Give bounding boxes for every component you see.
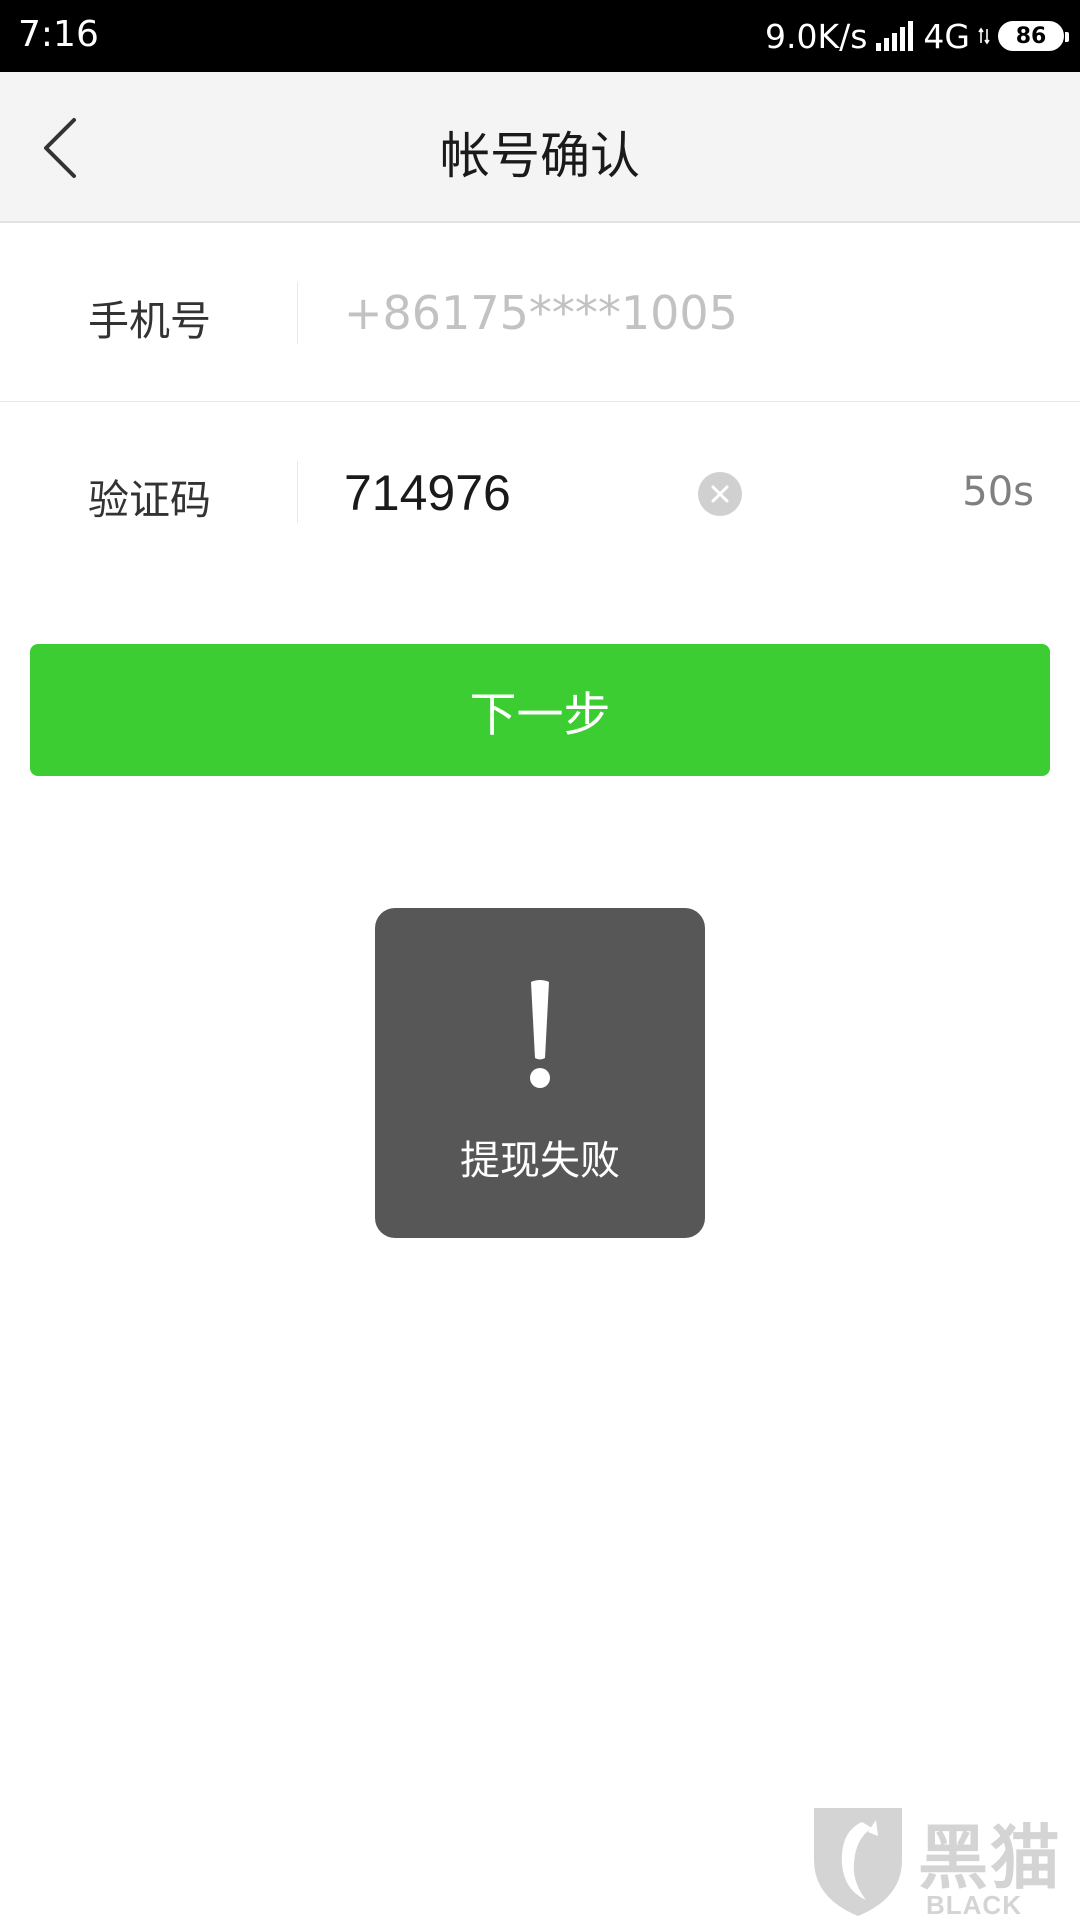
shield-logo-icon bbox=[814, 1808, 902, 1916]
exclamation-icon bbox=[530, 980, 550, 1088]
page-title: 帐号确认 bbox=[440, 127, 640, 185]
clear-code-button[interactable] bbox=[698, 472, 742, 516]
nav-bar: 帐号确认 bbox=[0, 72, 1080, 223]
next-step-button[interactable]: 下一步 bbox=[30, 644, 1050, 776]
error-toast: 提现失败 bbox=[375, 908, 705, 1238]
code-label: 验证码 bbox=[88, 476, 211, 524]
status-bar: 7:16 9.0K/s 4G 86 bbox=[0, 0, 1080, 72]
battery-icon: 86 bbox=[998, 21, 1069, 51]
network-type: 4G bbox=[923, 16, 970, 56]
toast-message: 提现失败 bbox=[460, 1138, 620, 1184]
clear-icon bbox=[711, 485, 729, 503]
status-indicators: 9.0K/s 4G 86 bbox=[764, 14, 1069, 58]
account-confirm-screen: 7:16 9.0K/s 4G 86 帐号确认 手机号 +86175****100… bbox=[0, 0, 1080, 1920]
network-speed: 9.0K/s bbox=[764, 16, 868, 56]
code-divider bbox=[297, 461, 298, 523]
watermark-title: 黑猫 bbox=[918, 1817, 1062, 1899]
phone-row: 手机号 +86175****1005 bbox=[0, 224, 1080, 402]
watermark: 黑猫 BLACK CAT bbox=[806, 1800, 1080, 1920]
battery-level: 86 bbox=[1015, 23, 1047, 49]
resend-countdown[interactable]: 50s bbox=[962, 469, 1034, 515]
phone-divider bbox=[297, 282, 298, 344]
code-row: 验证码 50s bbox=[0, 403, 1080, 581]
phone-number-field: +86175****1005 bbox=[344, 286, 738, 340]
signal-icon bbox=[876, 21, 914, 51]
phone-label: 手机号 bbox=[88, 297, 211, 345]
verification-code-input[interactable] bbox=[344, 461, 674, 525]
status-time: 7:16 bbox=[18, 14, 99, 55]
data-arrows-icon bbox=[978, 27, 990, 45]
watermark-subtitle: BLACK CAT bbox=[926, 1890, 1022, 1920]
